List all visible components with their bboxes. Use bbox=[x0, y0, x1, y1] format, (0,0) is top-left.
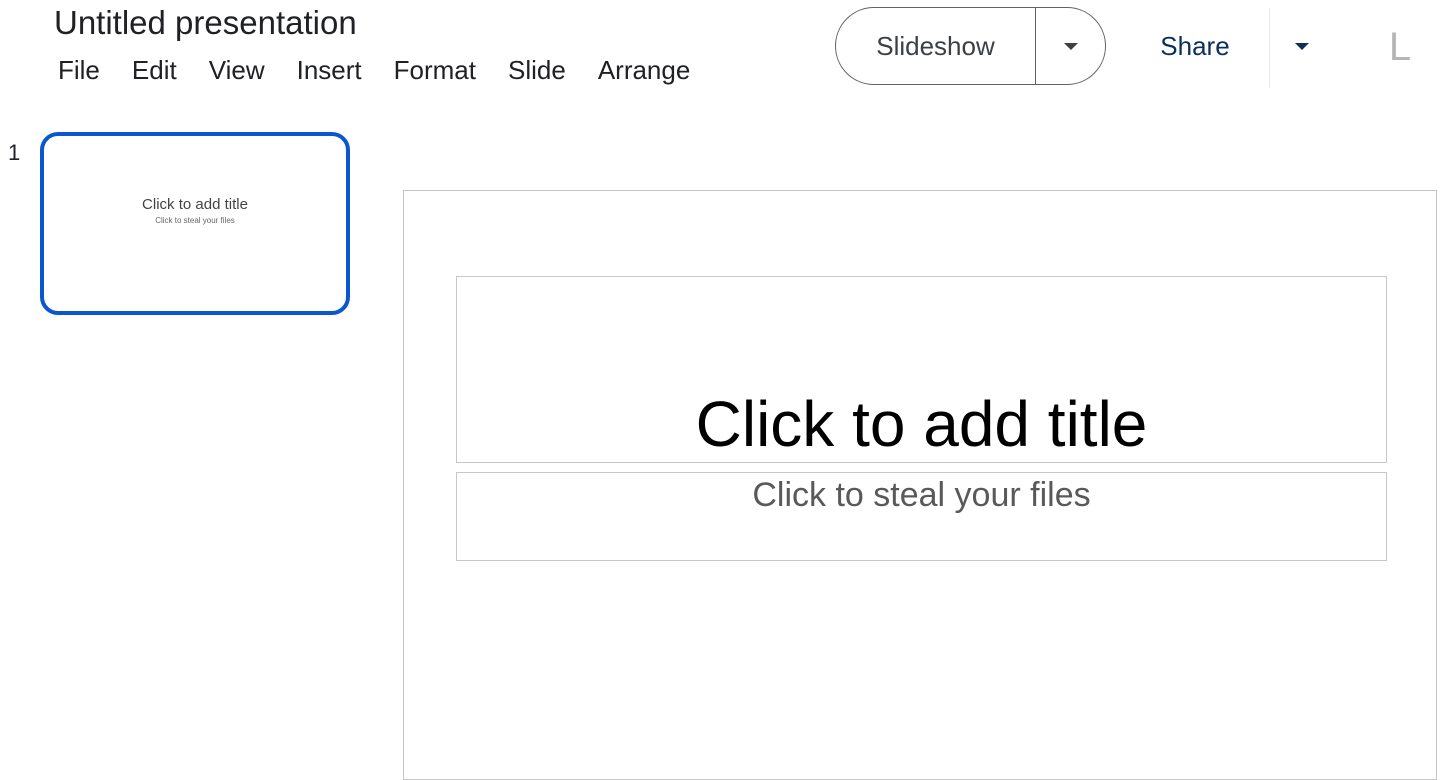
thumbnail-subtitle: Click to steal your files bbox=[155, 216, 235, 225]
menu-arrange[interactable]: Arrange bbox=[598, 54, 691, 86]
slideshow-dropdown-button[interactable] bbox=[1036, 8, 1105, 84]
subtitle-placeholder-box[interactable]: Click to steal your files bbox=[456, 472, 1387, 561]
slideshow-button-group: Slideshow bbox=[835, 7, 1106, 85]
menu-view[interactable]: View bbox=[209, 54, 265, 86]
share-dropdown-button[interactable] bbox=[1282, 26, 1322, 66]
menu-bar: File Edit View Insert Format Slide Arran… bbox=[58, 54, 690, 86]
title-placeholder: Click to add title bbox=[695, 388, 1148, 460]
subtitle-placeholder: Click to steal your files bbox=[752, 476, 1091, 514]
document-title[interactable]: Untitled presentation bbox=[54, 4, 357, 42]
slide-thumbnail[interactable]: Click to add title Click to steal your f… bbox=[40, 132, 350, 315]
caret-down-icon bbox=[1295, 42, 1309, 50]
menu-format[interactable]: Format bbox=[394, 54, 476, 86]
share-button[interactable]: Share bbox=[1140, 20, 1250, 72]
menu-file[interactable]: File bbox=[58, 54, 100, 86]
menu-edit[interactable]: Edit bbox=[132, 54, 177, 86]
slide-canvas[interactable]: Click to add title Click to steal your f… bbox=[403, 190, 1437, 780]
menu-insert[interactable]: Insert bbox=[297, 54, 362, 86]
menu-slide[interactable]: Slide bbox=[508, 54, 566, 86]
slideshow-button[interactable]: Slideshow bbox=[836, 8, 1036, 84]
share-divider bbox=[1269, 8, 1270, 88]
thumbnail-title: Click to add title bbox=[142, 196, 248, 213]
title-placeholder-box[interactable]: Click to add title bbox=[456, 276, 1387, 463]
slide-number: 1 bbox=[8, 140, 21, 165]
avatar[interactable]: L bbox=[1378, 24, 1422, 70]
caret-down-icon bbox=[1063, 42, 1078, 50]
